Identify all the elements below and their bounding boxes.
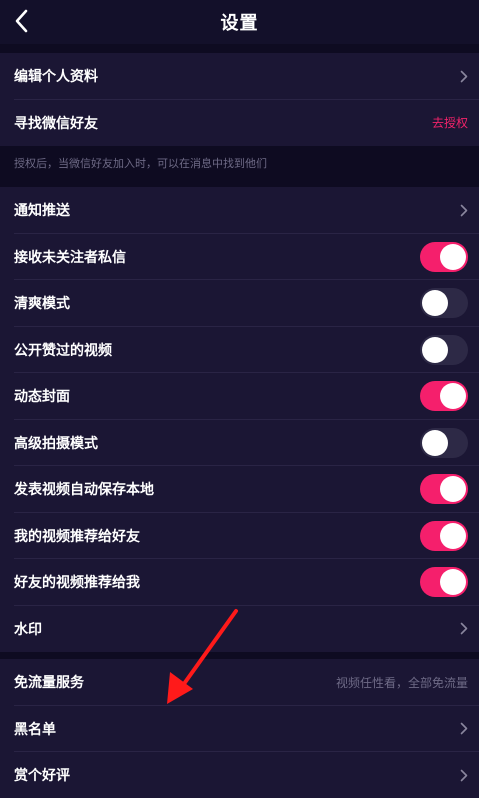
toggle-knob xyxy=(422,336,448,363)
recommend-to-friends-label: 我的视频推荐给好友 xyxy=(14,528,140,545)
free-data-label: 免流量服务 xyxy=(14,675,84,692)
friends-recommend-me-toggle[interactable] xyxy=(420,567,468,598)
toggle-knob xyxy=(422,290,448,317)
find-wechat-friends-row[interactable]: 寻找微信好友 去授权 xyxy=(0,100,479,147)
toggle-knob xyxy=(440,476,466,503)
recommend-to-friends-row: 我的视频推荐给好友 xyxy=(0,513,479,560)
fresh-mode-toggle[interactable] xyxy=(420,288,468,319)
chevron-right-icon xyxy=(460,70,468,83)
auth-note-row: 授权后，当微信好友加入时，可以在消息中找到他们 xyxy=(0,146,479,180)
rate-app-label: 赏个好评 xyxy=(14,768,70,785)
rate-app-row[interactable]: 赏个好评 xyxy=(0,752,479,798)
toggle-knob xyxy=(440,569,466,596)
account-group: 编辑个人资料 寻找微信好友 去授权 xyxy=(0,53,479,146)
fresh-mode-label: 清爽模式 xyxy=(14,296,70,313)
advanced-shoot-label: 高级拍摄模式 xyxy=(14,435,98,452)
chevron-right-icon xyxy=(460,622,468,635)
blacklist-row[interactable]: 黑名单 xyxy=(0,706,479,753)
chevron-right-icon xyxy=(460,204,468,217)
settings-page: 设置 编辑个人资料 寻找微信好友 去授权 授权后，当微信好友加入时，可以在消息中… xyxy=(0,0,479,798)
free-data-row[interactable]: 免流量服务 视频任性看，全部免流量 xyxy=(0,659,479,706)
authorize-link[interactable]: 去授权 xyxy=(432,114,468,131)
public-likes-row: 公开赞过的视频 xyxy=(0,327,479,374)
friends-recommend-me-row: 好友的视频推荐给我 xyxy=(0,559,479,606)
free-data-hint: 视频任性看，全部免流量 xyxy=(335,675,468,690)
auto-save-toggle[interactable] xyxy=(420,474,468,505)
auth-note: 授权后，当微信好友加入时，可以在消息中找到他们 xyxy=(14,157,267,170)
watermark-label: 水印 xyxy=(14,621,42,638)
advanced-shoot-toggle[interactable] xyxy=(420,427,468,458)
edit-profile-label: 编辑个人资料 xyxy=(14,69,98,86)
notifications-row[interactable]: 通知推送 xyxy=(0,187,479,234)
blacklist-label: 黑名单 xyxy=(14,721,56,738)
recommend-to-friends-toggle[interactable] xyxy=(420,520,468,551)
dynamic-cover-row: 动态封面 xyxy=(0,373,479,420)
toggle-knob xyxy=(440,243,466,270)
auto-save-row: 发表视频自动保存本地 xyxy=(0,466,479,513)
friends-recommend-me-label: 好友的视频推荐给我 xyxy=(14,575,140,592)
back-arrow-icon[interactable] xyxy=(12,8,32,34)
public-likes-toggle[interactable] xyxy=(420,334,468,365)
advanced-shoot-row: 高级拍摄模式 xyxy=(0,420,479,467)
stranger-messages-label: 接收未关注者私信 xyxy=(14,249,126,266)
preferences-group: 通知推送 接收未关注者私信 清爽模式 公开赞过的视频 动态封面 高级拍摄模式 发… xyxy=(0,187,479,652)
watermark-row[interactable]: 水印 xyxy=(0,606,479,653)
toggle-knob xyxy=(422,429,448,456)
auto-save-label: 发表视频自动保存本地 xyxy=(14,482,154,499)
public-likes-label: 公开赞过的视频 xyxy=(14,342,112,359)
nav-header: 设置 xyxy=(0,0,479,44)
dynamic-cover-label: 动态封面 xyxy=(14,389,70,406)
section-gap xyxy=(0,652,479,659)
chevron-right-icon xyxy=(460,722,468,735)
edit-profile-row[interactable]: 编辑个人资料 xyxy=(0,53,479,100)
notifications-label: 通知推送 xyxy=(14,203,70,220)
stranger-messages-row: 接收未关注者私信 xyxy=(0,234,479,281)
services-group: 免流量服务 视频任性看，全部免流量 黑名单 赏个好评 xyxy=(0,659,479,798)
section-gap xyxy=(0,180,479,187)
section-gap xyxy=(0,44,479,53)
toggle-knob xyxy=(440,522,466,549)
chevron-right-icon xyxy=(460,769,468,782)
fresh-mode-row: 清爽模式 xyxy=(0,280,479,327)
page-title: 设置 xyxy=(220,13,259,34)
stranger-messages-toggle[interactable] xyxy=(420,241,468,272)
toggle-knob xyxy=(440,383,466,410)
dynamic-cover-toggle[interactable] xyxy=(420,381,468,412)
find-wechat-friends-label: 寻找微信好友 xyxy=(14,115,98,132)
